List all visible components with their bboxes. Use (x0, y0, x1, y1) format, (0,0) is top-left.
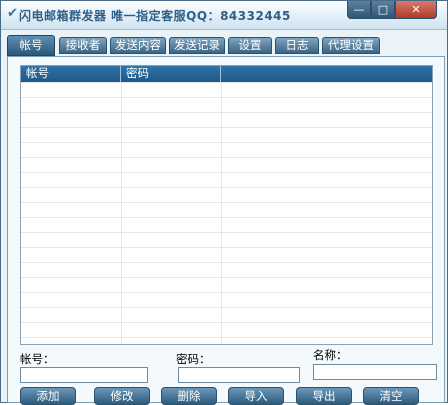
title-bar[interactable]: ✔ 闪电邮箱群发器 唯一指定客服QQ：84332445 — □ ✕ (1, 1, 447, 30)
column-divider (121, 82, 122, 344)
export-button[interactable]: 导出 (296, 387, 352, 405)
tab-accounts[interactable]: 帐号 (7, 35, 55, 56)
column-header-account[interactable]: 帐号 (21, 66, 121, 82)
import-button[interactable]: 导入 (228, 387, 284, 405)
add-button[interactable]: 添加 (20, 387, 76, 405)
maximize-button[interactable]: □ (371, 1, 395, 19)
account-label: 帐号： (20, 352, 55, 366)
tab-log[interactable]: 日志 (275, 37, 319, 54)
column-divider (221, 82, 222, 344)
table-body[interactable] (21, 82, 432, 344)
minimize-button[interactable]: — (347, 1, 371, 19)
password-input[interactable] (178, 367, 300, 383)
tab-send-content[interactable]: 发送内容 (110, 37, 166, 54)
name-input[interactable] (313, 364, 437, 380)
app-window: ✔ 闪电邮箱群发器 唯一指定客服QQ：84332445 — □ ✕ 帐号 接收者… (0, 0, 448, 405)
table-header: 帐号 密码 (21, 66, 432, 82)
close-button[interactable]: ✕ (395, 1, 437, 19)
accounts-table[interactable]: 帐号 密码 (20, 65, 433, 345)
column-header-extra (221, 66, 432, 82)
accounts-panel: 帐号 密码 帐号： 密码： 名称： 添加 修改 删除 导入 导出 清空 (7, 56, 445, 405)
name-label: 名称： (313, 348, 348, 362)
clear-button[interactable]: 清空 (363, 387, 419, 405)
tab-settings[interactable]: 设置 (228, 37, 272, 54)
tab-send-records[interactable]: 发送记录 (169, 37, 225, 54)
tab-recipients[interactable]: 接收者 (59, 37, 107, 54)
password-label: 密码： (176, 352, 211, 366)
tab-proxy-settings[interactable]: 代理设置 (322, 37, 380, 54)
window-title: 闪电邮箱群发器 唯一指定客服QQ：84332445 (19, 9, 291, 23)
edit-button[interactable]: 修改 (94, 387, 150, 405)
lightning-app-icon: ✔ (7, 6, 18, 21)
column-header-password[interactable]: 密码 (121, 66, 221, 82)
account-input[interactable] (20, 367, 148, 383)
delete-button[interactable]: 删除 (161, 387, 217, 405)
